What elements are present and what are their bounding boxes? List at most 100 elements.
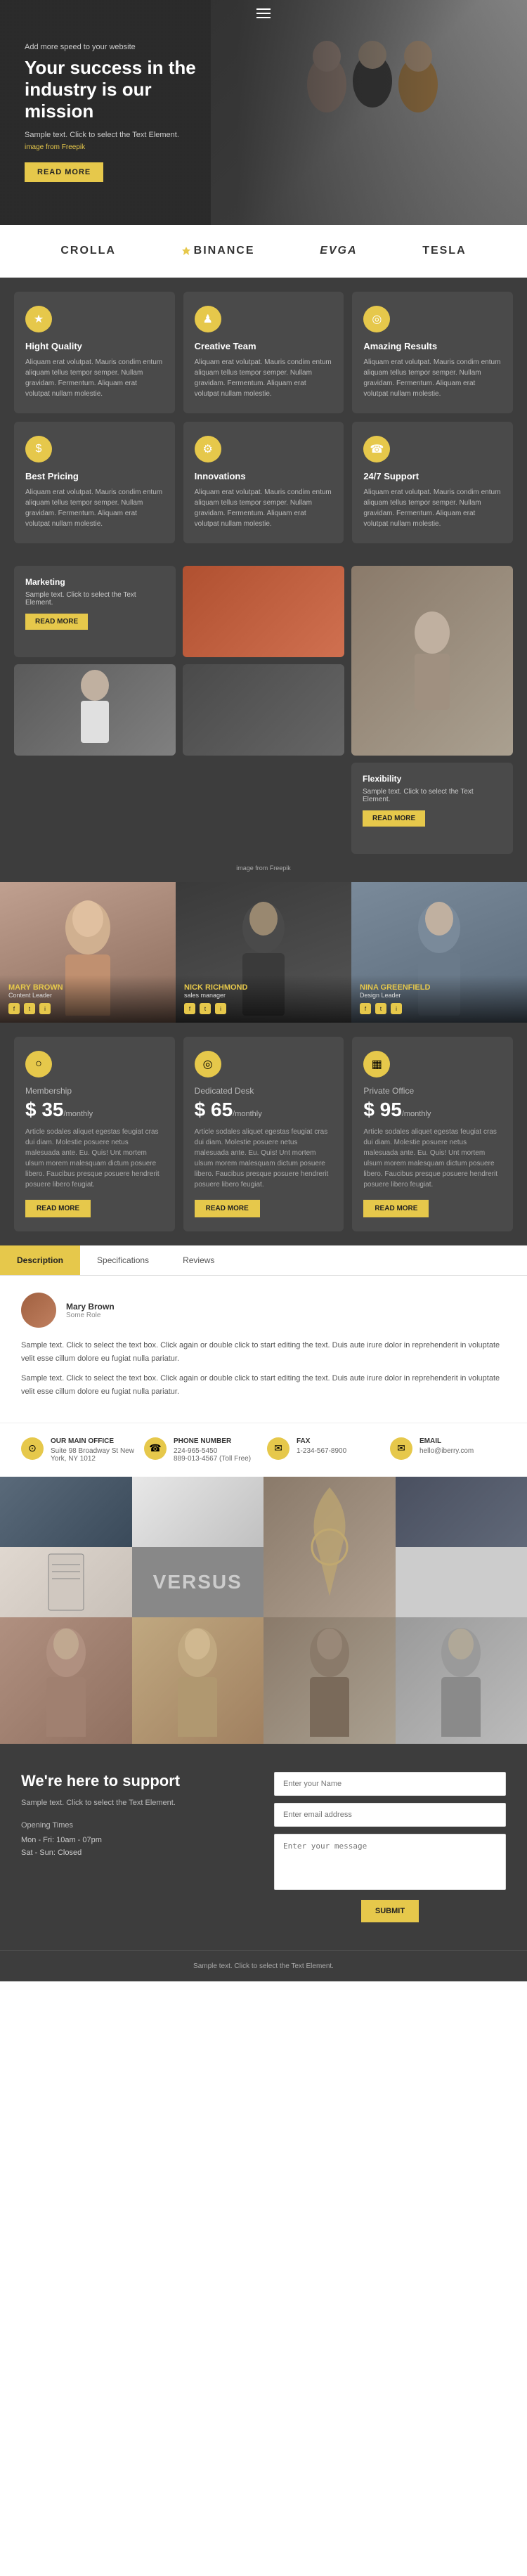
office-address: Suite 98 Broadway St New York, NY 1012	[51, 1447, 137, 1463]
gallery-item-4	[396, 1477, 527, 1547]
hero-section: Add more speed to your website Your succ…	[0, 0, 527, 225]
instagram-icon[interactable]: i	[39, 1003, 51, 1014]
support-message-input[interactable]	[274, 1834, 506, 1890]
private-icon: ▦	[363, 1051, 390, 1077]
feature-text-5: Aliquam erat volutpat. Mauris condim ent…	[195, 487, 333, 529]
desc-text-2: Sample text. Click to select the text bo…	[21, 1372, 506, 1398]
portfolio-text-flexibility: Sample text. Click to select the Text El…	[363, 788, 502, 803]
footer-text: Sample text. Click to select the Text El…	[11, 1962, 516, 1970]
people-item-3	[264, 1617, 396, 1744]
people-item-2	[132, 1617, 264, 1744]
hero-small-text: Add more speed to your website	[25, 43, 214, 51]
brand-crolla: CROLLA	[60, 245, 116, 257]
gallery-section: VERSUS	[0, 1477, 527, 1617]
brand-evga: EVGA	[320, 245, 357, 257]
portfolio-flexibility: Flexibility Sample text. Click to select…	[351, 763, 513, 854]
support-email-input[interactable]	[274, 1803, 506, 1827]
facebook-icon-2[interactable]: f	[184, 1003, 195, 1014]
hero-read-more-button[interactable]: READ MORE	[25, 162, 103, 182]
pricing-period-2: /monthly	[233, 1110, 262, 1118]
brand-binance: BINANCE	[181, 245, 255, 257]
feature-text-3: Aliquam erat volutpat. Mauris condim ent…	[363, 357, 502, 399]
desc-name: Mary Brown	[66, 1302, 115, 1312]
twitter-icon-2[interactable]: t	[200, 1003, 211, 1014]
portfolio-marketing: Marketing Sample text. Click to select t…	[14, 566, 176, 657]
gallery-item-5	[0, 1547, 132, 1617]
facebook-icon-3[interactable]: f	[360, 1003, 371, 1014]
feature-text-2: Aliquam erat volutpat. Mauris condim ent…	[195, 357, 333, 399]
team-social-nina: f t i	[360, 1003, 519, 1014]
team-role-mary: Content Leader	[8, 992, 167, 999]
feature-best-pricing: $ Best Pricing Aliquam erat volutpat. Ma…	[14, 422, 175, 543]
gallery-item-3	[264, 1477, 396, 1617]
tab-reviews[interactable]: Reviews	[166, 1245, 231, 1275]
menu-button[interactable]	[256, 8, 271, 18]
desc-text-1: Sample text. Click to select the text bo…	[21, 1339, 506, 1365]
team-name-mary: MARY BROWN	[8, 983, 167, 992]
support-name-input[interactable]	[274, 1772, 506, 1796]
tabs-bar: Description Specifications Reviews	[0, 1245, 527, 1276]
pricing-btn-1[interactable]: READ MORE	[25, 1200, 91, 1217]
feature-text-6: Aliquam erat volutpat. Mauris condim ent…	[363, 487, 502, 529]
team-role-nick: sales manager	[184, 992, 343, 999]
portfolio-btn-1[interactable]: READ MORE	[25, 614, 88, 630]
portfolio-image-3	[351, 566, 513, 756]
people-item-1	[0, 1617, 132, 1744]
pricing-title-3: Private Office	[363, 1086, 502, 1096]
twitter-icon[interactable]: t	[24, 1003, 35, 1014]
creative-team-icon: ♟	[195, 306, 221, 332]
tab-specifications[interactable]: Specifications	[80, 1245, 166, 1275]
portfolio-btn-flexibility[interactable]: READ MORE	[363, 810, 425, 827]
portfolio-image-4	[14, 664, 176, 756]
pricing-btn-3[interactable]: READ MORE	[363, 1200, 429, 1217]
pricing-private: ▦ Private Office $ 95 /monthly Article s…	[352, 1037, 513, 1231]
tab-description[interactable]: Description	[0, 1245, 80, 1275]
team-overlay-nina: NINA GREENFIELD Design Leader f t i	[351, 975, 527, 1023]
pricing-section: ○ Membership $ 35 /monthly Article sodal…	[0, 1023, 527, 1245]
support-hours: Mon - Fri: 10am - 07pmSat - Sun: Closed	[21, 1834, 253, 1860]
facebook-icon[interactable]: f	[8, 1003, 20, 1014]
support-submit-button[interactable]: Submit	[361, 1900, 419, 1922]
gallery-item-2	[132, 1477, 264, 1547]
team-name-nick: NICK RICHMOND	[184, 983, 343, 992]
support-icon: ☎	[363, 436, 390, 462]
gallery-item-6: VERSUS	[132, 1547, 264, 1617]
description-section: Mary Brown Some Role Sample text. Click …	[0, 1276, 527, 1423]
contact-office: ⊙ OUR MAIN OFFICE Suite 98 Broadway St N…	[21, 1437, 137, 1463]
pricing-price-1: $ 35	[25, 1099, 64, 1121]
pricing-btn-2[interactable]: READ MORE	[195, 1200, 260, 1217]
pricing-title-2: Dedicated Desk	[195, 1086, 333, 1096]
feature-title-4: Best Pricing	[25, 471, 164, 481]
membership-icon: ○	[25, 1051, 52, 1077]
features-section: ★ Hight Quality Aliquam erat volutpat. M…	[0, 278, 527, 557]
instagram-icon-3[interactable]: i	[391, 1003, 402, 1014]
team-social-nick: f t i	[184, 1003, 343, 1014]
phone-label: PHONE NUMBER	[174, 1437, 251, 1445]
pricing-membership: ○ Membership $ 35 /monthly Article sodal…	[14, 1037, 175, 1231]
fax-number: 1-234-567-8900	[297, 1447, 346, 1455]
pricing-desc-1: Article sodales aliquet egestas feugiat …	[25, 1127, 164, 1190]
fax-icon: ✉	[267, 1437, 289, 1460]
support-form: Submit	[274, 1772, 506, 1922]
email-value: hello@iberry.com	[419, 1447, 474, 1455]
hero-content: Add more speed to your website Your succ…	[0, 43, 239, 183]
portfolio-image-2	[183, 566, 344, 657]
amazing-results-icon: ◎	[363, 306, 390, 332]
feature-creative-team: ♟ Creative Team Aliquam erat volutpat. M…	[183, 292, 344, 413]
portfolio-caption: image from Freepik	[14, 861, 513, 874]
team-member-mary: MARY BROWN Content Leader f t i	[0, 882, 176, 1023]
hero-link[interactable]: image from Freepik	[25, 143, 214, 151]
twitter-icon-3[interactable]: t	[375, 1003, 386, 1014]
best-pricing-icon: $	[25, 436, 52, 462]
desc-avatar	[21, 1293, 56, 1328]
portfolio-text-1: Sample text. Click to select the Text El…	[25, 591, 164, 607]
instagram-icon-2[interactable]: i	[215, 1003, 226, 1014]
pricing-price-3: $ 95	[363, 1099, 402, 1121]
footer: Sample text. Click to select the Text El…	[0, 1950, 527, 1981]
portfolio-label-1: Marketing	[25, 577, 164, 587]
portfolio-label-flexibility: Flexibility	[363, 774, 502, 784]
pricing-desc-2: Article sodales aliquet egestas feugiat …	[195, 1127, 333, 1190]
feature-title-5: Innovations	[195, 471, 333, 481]
office-label: OUR MAIN OFFICE	[51, 1437, 137, 1445]
office-icon: ⊙	[21, 1437, 44, 1460]
